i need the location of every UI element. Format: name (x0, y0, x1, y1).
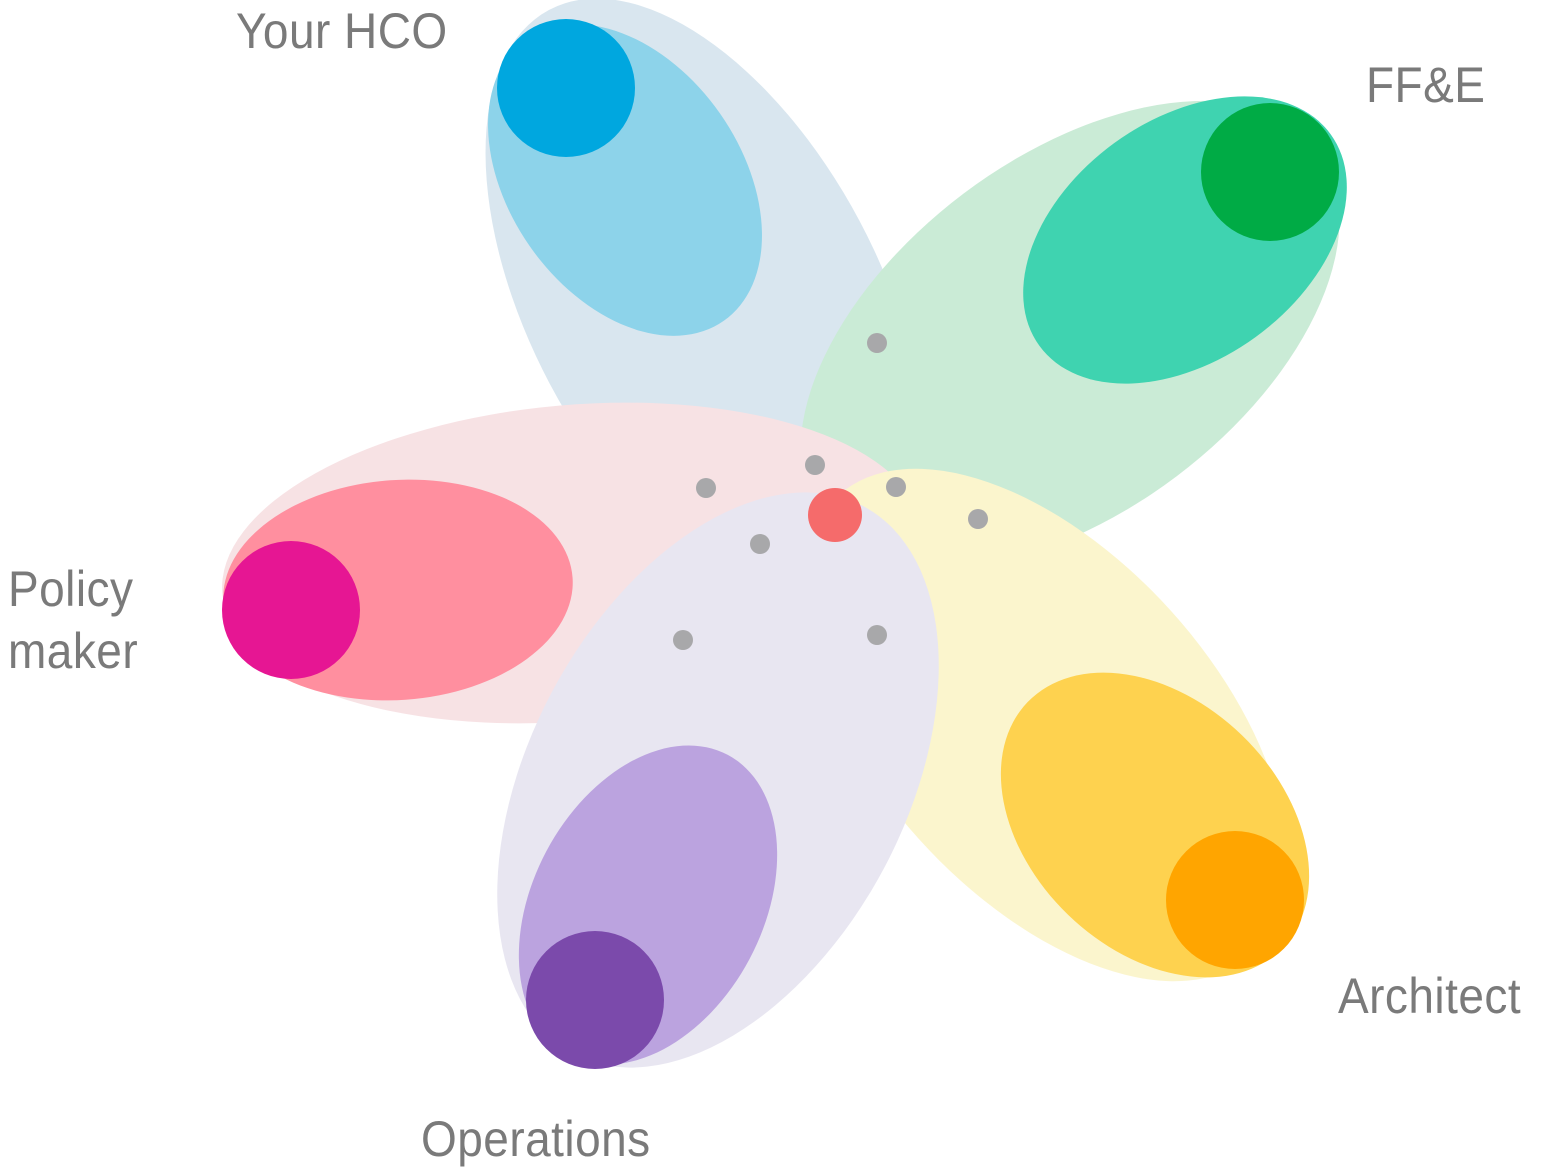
connector-dot (750, 534, 770, 554)
connector-dot (805, 455, 825, 475)
connector-dot (673, 630, 693, 650)
connector-dot (696, 478, 716, 498)
label-ffe: FF&E (1366, 57, 1486, 113)
node-ffe (1201, 103, 1339, 241)
node-your-hco (497, 19, 635, 157)
label-architect: Architect (1338, 968, 1522, 1024)
stakeholder-flower-diagram (222, 0, 1347, 1069)
label-operations: Operations (421, 1111, 651, 1167)
connector-dot (968, 509, 988, 529)
connector-dot (867, 333, 887, 353)
center-node (808, 488, 862, 542)
node-policy-maker (222, 541, 360, 679)
node-architect (1166, 831, 1304, 969)
connector-dot (886, 477, 906, 497)
label-your-hco: Your HCO (236, 3, 448, 59)
node-operations (526, 931, 664, 1069)
label-policy-maker: Policy maker (8, 561, 139, 679)
connector-dot (867, 625, 887, 645)
